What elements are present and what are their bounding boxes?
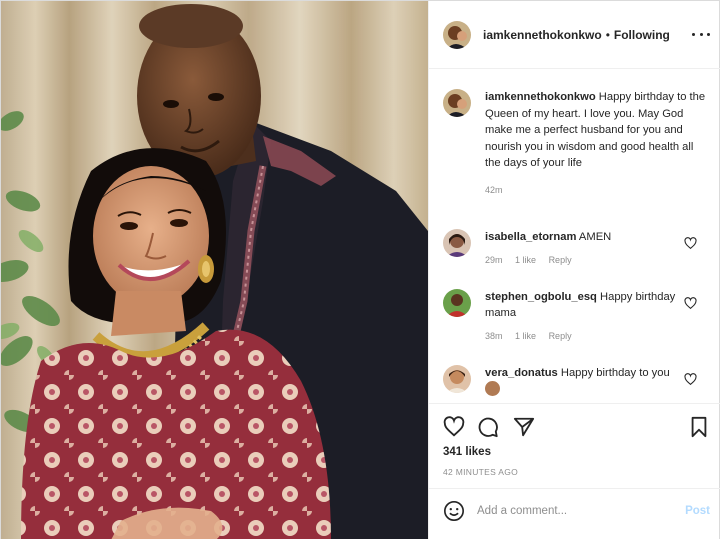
commenter-picture-image [443, 365, 471, 393]
comment-username[interactable]: vera_donatus [485, 367, 558, 379]
caption-time: 42m [485, 184, 503, 195]
post-header: iamkennethokonkwo • Following [429, 1, 720, 69]
post-side-panel: iamkennethokonkwo • Following iamkenneth… [428, 1, 720, 539]
comment-item: stephen_ogbolu_esq Happy birthday mama 3… [443, 289, 709, 344]
smiley-icon[interactable] [443, 500, 465, 522]
comment-username[interactable]: isabella_etornam [485, 231, 576, 243]
comment-username[interactable]: stephen_ogbolu_esq [485, 291, 597, 303]
comment-like-heart-icon[interactable] [684, 237, 697, 250]
bookmark-icon[interactable] [688, 416, 710, 438]
more-options-icon[interactable] [692, 25, 710, 43]
paper-plane-icon[interactable] [513, 416, 535, 438]
comment-likes[interactable]: 1 like [515, 255, 536, 265]
reply-button[interactable]: Reply [549, 255, 572, 265]
comment-time: 38m [485, 331, 503, 341]
heart-icon[interactable] [443, 416, 465, 438]
following-button[interactable]: Following [614, 28, 670, 42]
post-photo[interactable] [1, 1, 428, 539]
post-timestamp: 42 MINUTES AGO [443, 467, 519, 477]
caption-username[interactable]: iamkennethokonkwo [485, 91, 596, 103]
comment-like-heart-icon[interactable] [684, 373, 697, 386]
likes-count[interactable]: 341 likes [443, 446, 491, 458]
profile-picture-image [443, 20, 471, 49]
comment-like-heart-icon[interactable] [684, 297, 697, 310]
avatar[interactable] [443, 365, 471, 393]
reply-button[interactable]: Reply [549, 331, 572, 341]
profile-picture-image [443, 89, 471, 117]
header-username[interactable]: iamkennethokonkwo [483, 28, 602, 42]
couple-photo-image [1, 1, 428, 539]
comment-bubble-icon[interactable] [477, 416, 499, 438]
comment-item: vera_donatus Happy birthday to you [443, 365, 709, 398]
post-comment-button[interactable]: Post [685, 505, 710, 517]
post-caption: iamkennethokonkwo Happy birthday to the … [443, 89, 709, 198]
comment-text: Happy birthday to you [560, 367, 670, 379]
add-comment-bar: Post [429, 488, 720, 532]
separator-dot: • [605, 27, 610, 42]
avatar[interactable] [443, 89, 471, 117]
comment-time: 29m [485, 255, 503, 265]
avatar[interactable] [443, 229, 471, 257]
comment-likes[interactable]: 1 like [515, 331, 536, 341]
commenter-picture-image [443, 229, 471, 257]
commenter-picture-image [443, 289, 471, 317]
smiling-face-emoji-icon [485, 381, 500, 396]
instagram-post: iamkennethokonkwo • Following iamkenneth… [0, 0, 720, 539]
avatar[interactable] [443, 289, 471, 317]
comment-text: AMEN [578, 231, 612, 243]
comment-item: isabella_etornam AMEN 29m 1 like Reply [443, 229, 709, 268]
comment-input[interactable] [477, 504, 677, 517]
avatar[interactable] [443, 20, 471, 49]
